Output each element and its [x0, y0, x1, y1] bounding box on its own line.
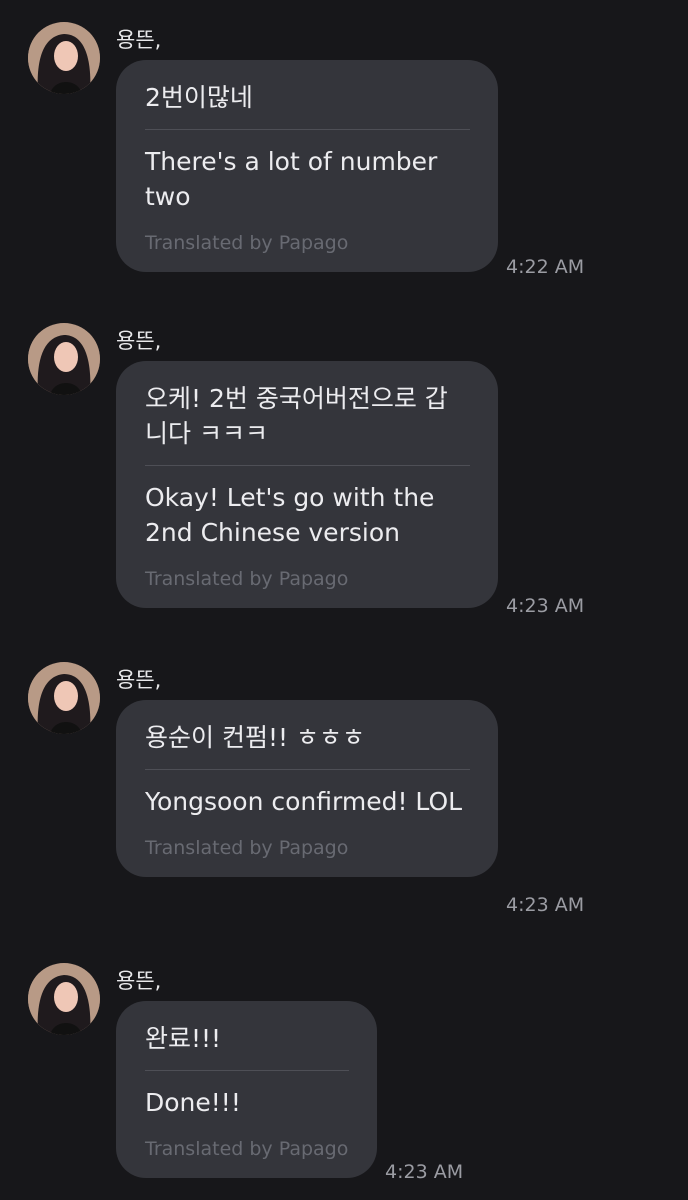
translated-text: Okay! Let's go with the 2nd Chinese vers…	[145, 483, 435, 547]
translation-credit: Translated by Papago	[145, 568, 349, 590]
sender-name: 용뜬,	[116, 668, 162, 692]
sender-name: 용뜬,	[116, 28, 162, 52]
translated-text: There's a lot of number two	[145, 147, 438, 211]
translated-text: Done!!!	[145, 1088, 241, 1117]
chat-thread[interactable]: 용뜬, 2번이많네 There's a lot of number two Tr…	[0, 0, 688, 1200]
timestamp: 4:23 AM	[506, 894, 585, 916]
message-bubble[interactable]: 2번이많네 There's a lot of number two Transl…	[116, 60, 498, 272]
timestamp: 4:23 AM	[506, 595, 585, 617]
translation-credit: Translated by Papago	[145, 1138, 349, 1160]
original-text: 2번이많네	[145, 80, 470, 130]
avatar[interactable]	[28, 963, 100, 1035]
timestamp: 4:23 AM	[385, 1161, 464, 1183]
original-text: 오케! 2번 중국어버전으로 갑니다 ㅋㅋㅋ	[145, 381, 470, 466]
avatar[interactable]	[28, 22, 100, 94]
sender-name: 용뜬,	[116, 329, 162, 353]
avatar[interactable]	[28, 662, 100, 734]
timestamp: 4:22 AM	[506, 256, 585, 278]
original-text: 완료!!!	[145, 1021, 349, 1071]
message-bubble[interactable]: 오케! 2번 중국어버전으로 갑니다 ㅋㅋㅋ Okay! Let's go wi…	[116, 361, 498, 608]
translation-credit: Translated by Papago	[145, 837, 349, 859]
translated-text: Yongsoon confirmed! LOL	[145, 787, 463, 816]
translation-credit: Translated by Papago	[145, 232, 349, 254]
message-bubble[interactable]: 완료!!! Done!!! Translated by Papago	[116, 1001, 377, 1178]
sender-name: 용뜬,	[116, 969, 162, 993]
original-text: 용순이 컨펌!! ㅎㅎㅎ	[145, 720, 470, 770]
message-bubble[interactable]: 용순이 컨펌!! ㅎㅎㅎ Yongsoon confirmed! LOL Tra…	[116, 700, 498, 877]
avatar[interactable]	[28, 323, 100, 395]
